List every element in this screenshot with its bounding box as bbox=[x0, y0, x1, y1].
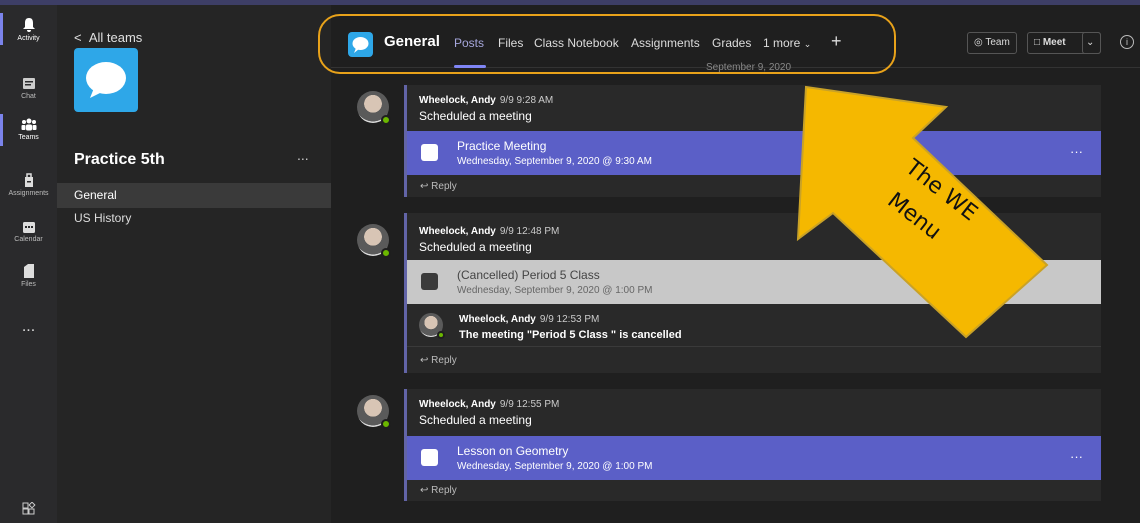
meeting-subtitle: Wednesday, September 9, 2020 @ 1:00 PM bbox=[457, 461, 653, 472]
team-button[interactable]: ◎ Team bbox=[967, 32, 1017, 54]
chat-icon bbox=[22, 78, 35, 89]
rail-activity[interactable]: Activity bbox=[0, 13, 57, 45]
channel-main: General Posts Files Class Notebook Assig… bbox=[318, 0, 1140, 523]
rail-teams[interactable]: Teams bbox=[0, 114, 57, 146]
channel-us-history[interactable]: US History bbox=[57, 208, 331, 233]
post-time: 9/9 12:48 PM bbox=[499, 226, 560, 237]
app-rail: Activity Chat Teams Assignments Calendar… bbox=[0, 0, 57, 523]
reply-header: Wheelock, Andy 9/9 12:53 PM bbox=[459, 314, 599, 325]
reply-author: Wheelock, Andy bbox=[459, 314, 536, 325]
rail-calendar[interactable]: Calendar bbox=[0, 220, 57, 243]
presence-badge bbox=[437, 331, 445, 339]
calendar-icon bbox=[421, 449, 438, 466]
presence-badge bbox=[381, 115, 391, 125]
reply-time: 9/9 12:53 PM bbox=[539, 314, 600, 325]
post-author: Wheelock, Andy bbox=[419, 399, 496, 410]
divider bbox=[407, 346, 1101, 347]
assignments-icon bbox=[24, 173, 33, 187]
post-header: Wheelock, Andy 9/9 9:28 AM bbox=[419, 95, 553, 106]
teams-icon bbox=[21, 118, 36, 131]
reply-button[interactable]: ↩ Reply bbox=[420, 355, 457, 366]
post-header: Wheelock, Andy 9/9 12:48 PM bbox=[419, 226, 559, 237]
channel-general[interactable]: General bbox=[57, 183, 331, 208]
annotation-outline bbox=[318, 14, 896, 74]
all-teams-link[interactable]: < All teams bbox=[74, 30, 142, 45]
rail-label: Assignments bbox=[8, 190, 49, 197]
rail-label: Activity bbox=[17, 35, 40, 42]
post-author: Wheelock, Andy bbox=[419, 95, 496, 106]
video-icon: □ bbox=[1034, 37, 1041, 48]
reply-icon: ↩ bbox=[420, 485, 429, 496]
date-separator: September 9, 2020 bbox=[706, 62, 792, 73]
post-text: Scheduled a meeting bbox=[419, 240, 532, 254]
reply-label: Reply bbox=[431, 181, 457, 192]
post-text: Scheduled a meeting bbox=[419, 109, 532, 123]
team-pane: < All teams Practice 5th ... General US … bbox=[57, 0, 331, 523]
teams-app: Activity Chat Teams Assignments Calendar… bbox=[0, 0, 1140, 523]
meeting-title: Practice Meeting bbox=[457, 139, 547, 153]
team-avatar bbox=[74, 48, 138, 112]
rail-label: Calendar bbox=[14, 236, 43, 243]
avatar bbox=[357, 91, 391, 125]
rail-assignments[interactable]: Assignments bbox=[0, 173, 57, 197]
post-text: Scheduled a meeting bbox=[419, 413, 532, 427]
more-options-icon[interactable]: ··· bbox=[1070, 449, 1083, 464]
speech-bubble-icon bbox=[86, 62, 126, 98]
rail-label: Teams bbox=[18, 134, 39, 141]
post-time: 9/9 9:28 AM bbox=[499, 95, 554, 106]
team-more-icon[interactable]: ... bbox=[297, 147, 309, 163]
calendar-icon bbox=[22, 222, 35, 233]
chevron-left-icon: < bbox=[74, 30, 82, 45]
apps-icon bbox=[22, 501, 36, 515]
meeting-subtitle: Wednesday, September 9, 2020 @ 1:00 PM bbox=[457, 285, 653, 296]
rail-apps[interactable] bbox=[0, 501, 57, 518]
calendar-icon bbox=[421, 273, 438, 290]
bell-icon bbox=[22, 18, 35, 32]
meeting-subtitle: Wednesday, September 9, 2020 @ 9:30 AM bbox=[457, 156, 652, 167]
meet-button-label: Meet bbox=[1042, 37, 1066, 48]
calendar-icon bbox=[421, 144, 438, 161]
rail-chat[interactable]: Chat bbox=[0, 77, 57, 100]
reply-icon: ↩ bbox=[420, 355, 429, 366]
post-header: Wheelock, Andy 9/9 12:55 PM bbox=[419, 399, 559, 410]
meet-dropdown[interactable]: ⌄ bbox=[1082, 32, 1101, 54]
reply-label: Reply bbox=[431, 485, 457, 496]
meeting-title: Lesson on Geometry bbox=[457, 444, 569, 458]
chevron-down-icon: ⌄ bbox=[1086, 37, 1095, 48]
reply-button[interactable]: ↩ Reply bbox=[420, 485, 457, 496]
presence-badge bbox=[381, 419, 391, 429]
info-icon[interactable]: i bbox=[1120, 35, 1134, 49]
team-name: Practice 5th bbox=[74, 151, 165, 168]
reply-button[interactable]: ↩ Reply bbox=[420, 181, 457, 192]
reply-icon: ↩ bbox=[420, 181, 429, 192]
avatar bbox=[357, 224, 391, 258]
back-label: All teams bbox=[88, 30, 143, 45]
channel-header: General Posts Files Class Notebook Assig… bbox=[318, 10, 1140, 74]
reply-text: The meeting "Period 5 Class " is cancell… bbox=[459, 329, 682, 341]
post-card: Wheelock, Andy 9/9 12:55 PM Scheduled a m… bbox=[404, 389, 1101, 501]
avatar bbox=[357, 395, 391, 429]
reply-label: Reply bbox=[431, 355, 457, 366]
files-icon bbox=[23, 264, 34, 278]
more-options-icon[interactable]: ··· bbox=[1070, 144, 1083, 159]
team-button-label: Team bbox=[985, 37, 1010, 48]
rail-label: Files bbox=[21, 281, 36, 288]
meeting-card[interactable]: Lesson on Geometry Wednesday, September … bbox=[407, 436, 1101, 480]
post-author: Wheelock, Andy bbox=[419, 226, 496, 237]
rail-files[interactable]: Files bbox=[0, 263, 57, 288]
post-time: 9/9 12:55 PM bbox=[499, 399, 560, 410]
rail-label: Chat bbox=[21, 93, 36, 100]
meeting-title: (Cancelled) Period 5 Class bbox=[457, 268, 600, 282]
presence-badge bbox=[381, 248, 391, 258]
eye-icon: ◎ bbox=[974, 37, 983, 48]
avatar bbox=[419, 313, 445, 339]
rail-more-icon[interactable]: ... bbox=[0, 318, 57, 336]
